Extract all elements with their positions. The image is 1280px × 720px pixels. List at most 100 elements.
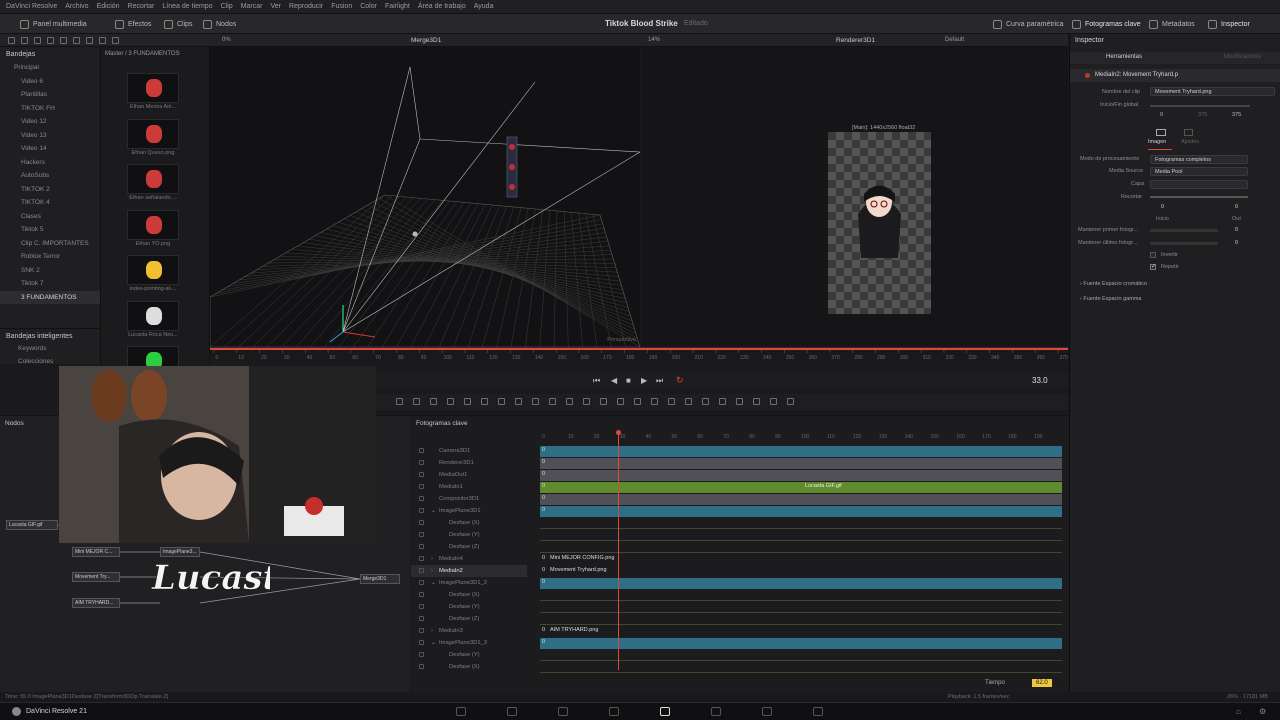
menu-item[interactable]: Marcar bbox=[241, 3, 263, 10]
menu-item[interactable]: Ayuda bbox=[474, 3, 494, 10]
deliver-page-tab[interactable] bbox=[762, 707, 772, 716]
node[interactable]: Movement Try... bbox=[72, 572, 120, 582]
lock-icon[interactable] bbox=[419, 472, 424, 477]
chevron-right-icon[interactable]: › bbox=[431, 553, 433, 565]
current-frame[interactable]: 33.0 bbox=[1032, 376, 1048, 385]
bin-item[interactable]: TIKTOK 2 bbox=[0, 183, 100, 197]
keyframe-tool-icon[interactable] bbox=[464, 398, 471, 405]
loop-icon[interactable]: ↻ bbox=[676, 375, 684, 386]
bin-item[interactable]: SNK 2 bbox=[0, 264, 100, 278]
clip-thumbnail[interactable] bbox=[127, 118, 179, 149]
media-source-select[interactable]: Media Pool bbox=[1150, 167, 1248, 176]
settings-icon[interactable]: ⚙ bbox=[1259, 707, 1266, 716]
menu-item[interactable]: Edición bbox=[97, 3, 120, 10]
menu-item[interactable]: Área de trabajo bbox=[418, 3, 466, 10]
tool-icon[interactable] bbox=[21, 37, 28, 44]
lock-icon[interactable] bbox=[419, 628, 424, 633]
keyframe-tool-icon[interactable] bbox=[447, 398, 454, 405]
node[interactable]: Mini MEJOR C... bbox=[72, 547, 120, 557]
time-ruler[interactable]: 0 10 20 30 40 50 60 70 80 90 100 110 120 130 140 150 160… bbox=[210, 347, 1068, 361]
lock-icon[interactable] bbox=[419, 604, 424, 609]
keyframe-tool-icon[interactable] bbox=[600, 398, 607, 405]
keyframe-tool-icon[interactable] bbox=[481, 398, 488, 405]
time-mode-select[interactable]: Tiempo bbox=[985, 680, 1005, 686]
stop-button[interactable]: ■ bbox=[626, 376, 631, 385]
clip-thumbnail[interactable] bbox=[127, 164, 179, 194]
playhead[interactable] bbox=[618, 430, 619, 670]
clip-thumbnail[interactable] bbox=[127, 255, 179, 285]
keyframe-row-label[interactable]: MediaIn1 bbox=[411, 481, 527, 493]
keyframe-row-label[interactable]: ⌄ ImagePlane3D1_3 bbox=[411, 637, 527, 649]
keyframe-tool-icon[interactable] bbox=[396, 398, 403, 405]
keyframe-row-label[interactable]: Desfase (Y) bbox=[411, 601, 527, 613]
keyframe-tool-icon[interactable] bbox=[719, 398, 726, 405]
lock-icon[interactable] bbox=[419, 520, 424, 525]
clip-thumbnail[interactable] bbox=[127, 209, 179, 240]
keyframe-tool-icon[interactable] bbox=[617, 398, 624, 405]
lock-icon[interactable] bbox=[419, 592, 424, 597]
clip-thumbnail[interactable] bbox=[127, 73, 179, 103]
keyframe-row-label[interactable]: Desfase (Z) bbox=[411, 613, 527, 625]
tool-icon[interactable] bbox=[60, 37, 67, 44]
hold-last-slider[interactable] bbox=[1150, 242, 1218, 245]
go-start-button[interactable]: ⏮ bbox=[593, 376, 600, 386]
viewer2-zoom[interactable]: 14% bbox=[648, 37, 660, 43]
keyframe-tool-icon[interactable] bbox=[549, 398, 556, 405]
edit-page-tab[interactable] bbox=[558, 707, 568, 716]
keyframe-row-label[interactable]: › MediaIn2 bbox=[411, 565, 527, 577]
bin-item[interactable]: Video 6 bbox=[0, 75, 100, 89]
home-icon[interactable]: ⌂ bbox=[1236, 707, 1241, 716]
menu-item[interactable]: Fusion bbox=[331, 3, 352, 10]
lock-icon[interactable] bbox=[419, 532, 424, 537]
chevron-down-icon[interactable]: ⌄ bbox=[431, 637, 436, 649]
keyframe-tool-icon[interactable] bbox=[413, 398, 420, 405]
clip-name-field[interactable]: Movement Tryhard.png bbox=[1150, 87, 1275, 96]
keyframe-row-label[interactable]: Desfase (X) bbox=[411, 589, 527, 601]
menu-item[interactable]: Archivo bbox=[65, 3, 88, 10]
menu-item[interactable]: Color bbox=[360, 3, 377, 10]
bin-principal[interactable]: Principal bbox=[0, 61, 100, 75]
global-range-slider[interactable] bbox=[1150, 105, 1250, 107]
menu-item[interactable]: Recortar bbox=[128, 3, 155, 10]
bin-collections[interactable]: Colecciones bbox=[0, 355, 53, 369]
bin-item[interactable]: Video 13 bbox=[0, 129, 100, 143]
viewer-renderer3d[interactable]: [Main]: 1440x2560 float32 bbox=[641, 47, 1068, 347]
tool-icon[interactable] bbox=[8, 37, 15, 44]
lock-icon[interactable] bbox=[419, 544, 424, 549]
keyframe-row-label[interactable]: › MediaIn4 bbox=[411, 553, 527, 565]
lock-icon[interactable] bbox=[419, 508, 424, 513]
menu-item[interactable]: Clip bbox=[221, 3, 233, 10]
keyframe-tool-icon[interactable] bbox=[583, 398, 590, 405]
tool-icon[interactable] bbox=[86, 37, 93, 44]
bin-item[interactable]: AutoSubs bbox=[0, 169, 100, 183]
keyframe-row-label[interactable]: MediaOut1 bbox=[411, 469, 527, 481]
go-end-button[interactable]: ⏭ bbox=[656, 376, 663, 386]
lock-icon[interactable] bbox=[419, 580, 424, 585]
menu-item[interactable]: Línea de tiempo bbox=[162, 3, 212, 10]
keyframe-row-label[interactable]: Compositor3D1 bbox=[411, 493, 527, 505]
keyframe-row-label[interactable]: ⌄ ImagePlane3D1 bbox=[411, 505, 527, 517]
keyframe-tool-icon[interactable] bbox=[651, 398, 658, 405]
layer-select[interactable] bbox=[1150, 180, 1248, 189]
hold-first-slider[interactable] bbox=[1150, 229, 1218, 232]
keyframe-row-label[interactable]: ⌄ ImagePlane3D1_2 bbox=[411, 577, 527, 589]
viewer-merge3d[interactable]: Perspectiva bbox=[210, 47, 640, 347]
node-header[interactable]: MediaIn2: Movement Tryhard.p bbox=[1070, 69, 1280, 82]
keyframe-row-label[interactable]: Desfase (Y) bbox=[411, 649, 527, 661]
keyframe-tool-icon[interactable] bbox=[736, 398, 743, 405]
lock-icon[interactable] bbox=[419, 652, 424, 657]
lock-icon[interactable] bbox=[419, 568, 424, 573]
lock-icon[interactable] bbox=[419, 640, 424, 645]
lock-icon[interactable] bbox=[419, 664, 424, 669]
keyframes-button[interactable]: Fotogramas clave bbox=[1072, 18, 1141, 30]
gamma-space-section[interactable]: › Fuente Espacio gamma bbox=[1080, 296, 1141, 302]
keyframe-tool-icon[interactable] bbox=[753, 398, 760, 405]
lut-select[interactable]: Default bbox=[945, 37, 964, 43]
fairlight-page-tab[interactable] bbox=[711, 707, 721, 716]
lock-icon[interactable] bbox=[419, 556, 424, 561]
media-panel-button[interactable]: Panel multimedia bbox=[20, 18, 87, 30]
color-space-section[interactable]: › Fuente Espacio cromático bbox=[1080, 281, 1147, 287]
trim-slider[interactable] bbox=[1150, 196, 1248, 198]
bin-item[interactable]: Clases bbox=[0, 210, 100, 224]
chevron-down-icon[interactable]: ⌄ bbox=[431, 505, 436, 517]
